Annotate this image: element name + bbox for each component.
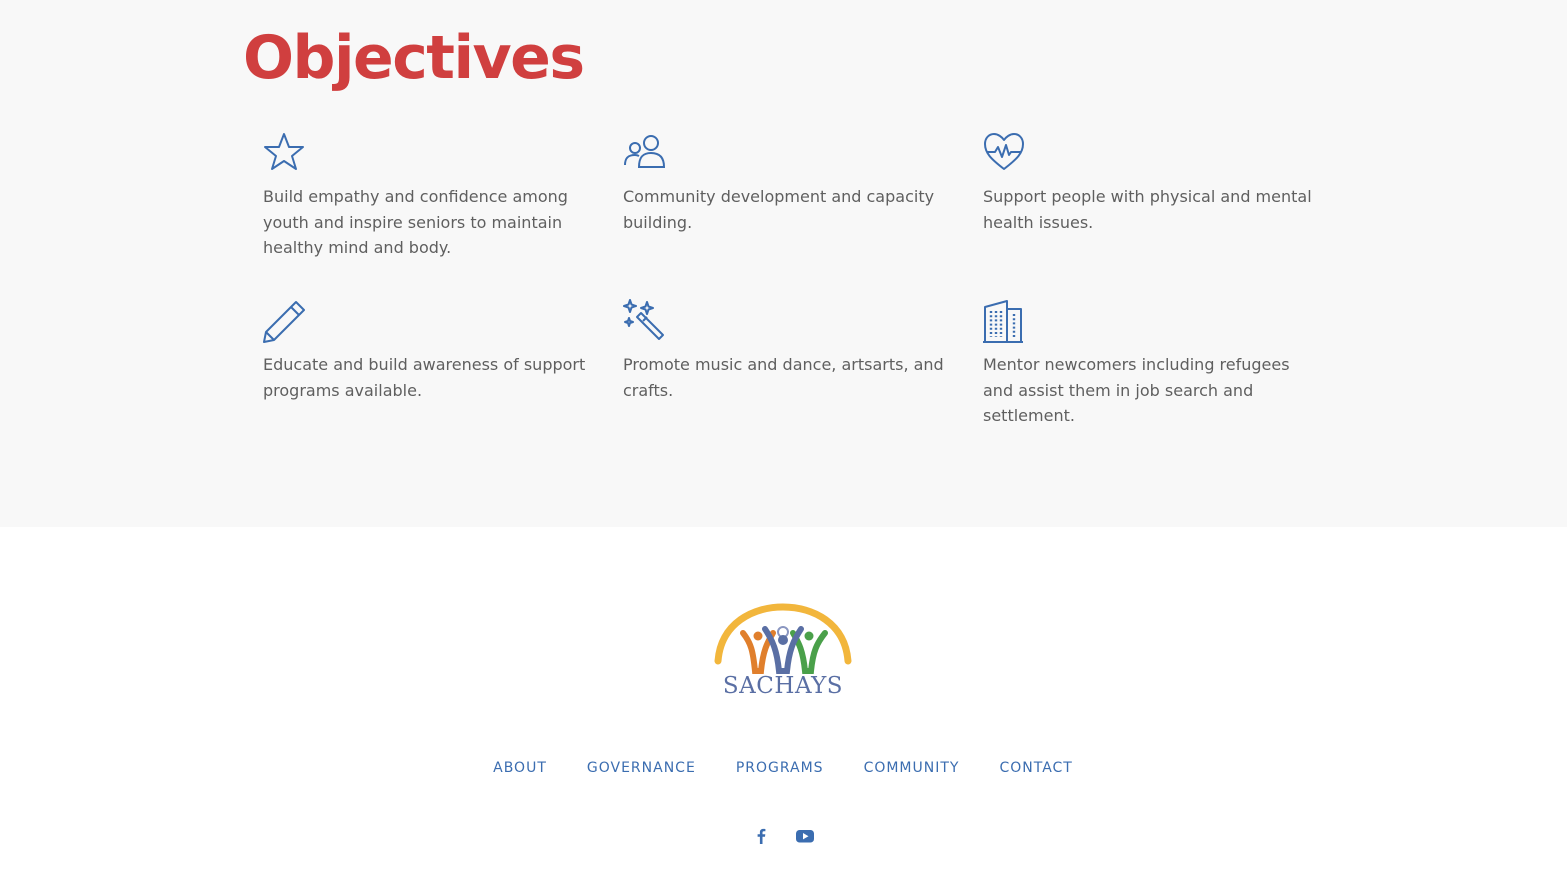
nav-about-link[interactable]: ABOUT [493,760,547,776]
objective-item-education: Educate and build awareness of support p… [263,299,593,403]
objective-item-newcomers: Mentor newcomers including refugees and … [983,299,1313,429]
sachays-logo[interactable]: SACHAYS [713,603,853,705]
facebook-icon[interactable] [750,825,772,847]
objectives-title: Objectives [243,23,585,93]
nav-contact-link[interactable]: CONTACT [999,760,1072,776]
youtube-icon[interactable] [794,825,816,847]
pencil-icon [263,301,305,343]
objectives-section: Objectives Build empathy and confidence … [0,0,1567,527]
users-icon [624,135,666,168]
star-icon [264,133,304,170]
logo-wordmark: SACHAYS [722,673,844,699]
objective-item-community: Community development and capacity build… [623,131,953,235]
objective-text: Community development and capacity build… [623,187,935,232]
site-footer: SACHAYS ABOUT GOVERNANCE PROGRAMS COMMUN… [0,527,1567,881]
magic-wand-icon [623,299,664,340]
nav-governance-link[interactable]: GOVERNANCE [587,760,696,776]
objective-item-health: Support people with physical and mental … [983,131,1313,235]
social-links [750,825,816,847]
objective-text: Educate and build awareness of support p… [263,355,586,400]
footer-nav: ABOUT GOVERNANCE PROGRAMS COMMUNITY CONT… [466,760,1100,776]
objective-item-arts: Promote music and dance, artsarts, and c… [623,299,953,403]
building-icon [983,300,1023,343]
logo-emblem-icon [714,603,852,674]
heart-pulse-icon [984,133,1024,170]
objective-text: Support people with physical and mental … [983,187,1312,232]
objective-text: Build empathy and confidence among youth… [263,187,568,257]
nav-programs-link[interactable]: PROGRAMS [736,760,824,776]
objective-text: Promote music and dance, artsarts, and c… [623,355,944,400]
objective-item-youth: Build empathy and confidence among youth… [263,131,593,261]
objective-text: Mentor newcomers including refugees and … [983,355,1290,425]
nav-community-link[interactable]: COMMUNITY [864,760,960,776]
